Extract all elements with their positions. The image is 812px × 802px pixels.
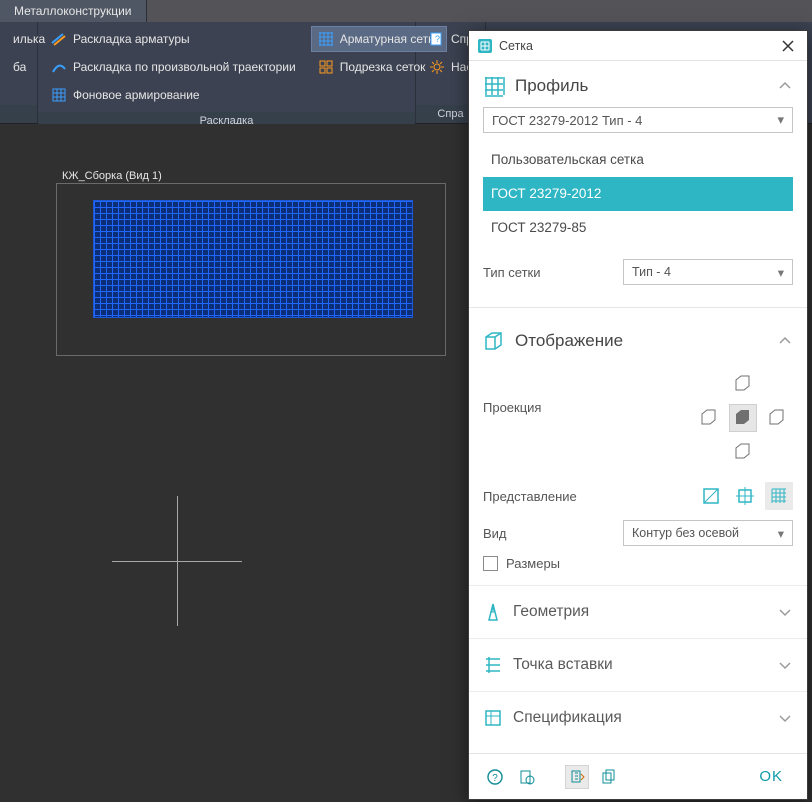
specification-icon (483, 708, 503, 728)
chevron-up-icon (777, 333, 793, 349)
svg-text:?: ? (492, 773, 498, 784)
help-icon-button[interactable]: ? (483, 765, 507, 789)
tab-metal[interactable]: Металлоконструкции (0, 0, 147, 22)
caret-down-icon: ▾ (778, 265, 784, 280)
projection-left[interactable] (695, 404, 723, 432)
profile-option-2012[interactable]: ГОСТ 23279-2012 (483, 177, 793, 211)
insert-point-icon (483, 655, 503, 675)
gear-icon (429, 59, 445, 75)
chevron-down-icon (777, 710, 793, 726)
profile-combo[interactable]: ГОСТ 23279-2012 Тип - 4 ▾ (483, 107, 793, 133)
projection-bottom[interactable] (729, 438, 757, 466)
view-label: Вид (483, 526, 623, 541)
ribbon-item-a[interactable]: илька (6, 26, 31, 52)
chevron-up-icon (777, 78, 793, 94)
close-button[interactable] (777, 35, 799, 57)
dimensions-checkbox[interactable]: Размеры (483, 556, 793, 571)
settings-icon-button[interactable] (515, 765, 539, 789)
duplicate-button[interactable] (597, 765, 621, 789)
geometry-icon (483, 602, 503, 622)
profile-option-85[interactable]: ГОСТ 23279-85 (483, 211, 793, 245)
projection-top[interactable] (729, 370, 757, 398)
section-geometry[interactable]: Геометрия (469, 585, 807, 638)
chevron-down-icon (777, 657, 793, 673)
curve-layout-button[interactable]: Раскладка по произвольной траектории (44, 54, 303, 80)
dialog-title: Сетка (493, 39, 777, 53)
representation-label: Представление (483, 489, 697, 504)
profile-option-user[interactable]: Пользовательская сетка (483, 143, 793, 177)
mesh-cut-icon (318, 59, 334, 75)
copy-props-button[interactable] (565, 765, 589, 789)
mesh-dialog: Сетка Профиль ГОСТ 23279-2012 Тип - 4 ▾ … (468, 30, 808, 800)
caret-down-icon: ▾ (778, 526, 784, 541)
profile-icon (483, 75, 505, 97)
curve-layout-icon (51, 59, 67, 75)
display-icon (483, 330, 505, 352)
projection-label: Проекция (483, 370, 695, 415)
viewport-frame (56, 183, 446, 356)
caret-down-icon: ▾ (777, 112, 784, 128)
view-label: КЖ_Сборка (Вид 1) (62, 170, 162, 182)
chevron-down-icon (777, 604, 793, 620)
rebar-layout-icon (51, 31, 67, 47)
projection-front[interactable] (729, 404, 757, 432)
projection-right[interactable] (763, 404, 791, 432)
ok-button[interactable]: OK (749, 764, 793, 789)
mesh-grid-icon (318, 31, 334, 47)
checkbox-icon (483, 556, 498, 571)
section-profile-header[interactable]: Профиль (469, 61, 807, 107)
ribbon-item-b[interactable]: ба (6, 54, 31, 80)
view-combo[interactable]: Контур без осевой ▾ (623, 520, 793, 546)
rebar-layout-button[interactable]: Раскладка арматуры (44, 26, 303, 52)
background-rebar-button[interactable]: Фоновое армирование (44, 82, 303, 108)
background-rebar-icon (51, 87, 67, 103)
crosshair-cursor (112, 496, 242, 626)
dialog-icon (477, 38, 493, 54)
help-icon: ? (429, 31, 445, 47)
section-insert-point[interactable]: Точка вставки (469, 638, 807, 691)
repr-axis[interactable] (731, 482, 759, 510)
type-label: Тип сетки (483, 265, 623, 280)
section-specification[interactable]: Спецификация (469, 691, 807, 744)
rebar-mesh-graphic (93, 200, 413, 318)
section-display-header[interactable]: Отображение (469, 316, 807, 362)
profile-list: Пользовательская сетка ГОСТ 23279-2012 Г… (483, 143, 793, 245)
repr-hatch[interactable] (765, 482, 793, 510)
type-combo[interactable]: Тип - 4 ▾ (623, 259, 793, 285)
repr-outline[interactable] (697, 482, 725, 510)
svg-text:?: ? (435, 34, 440, 44)
